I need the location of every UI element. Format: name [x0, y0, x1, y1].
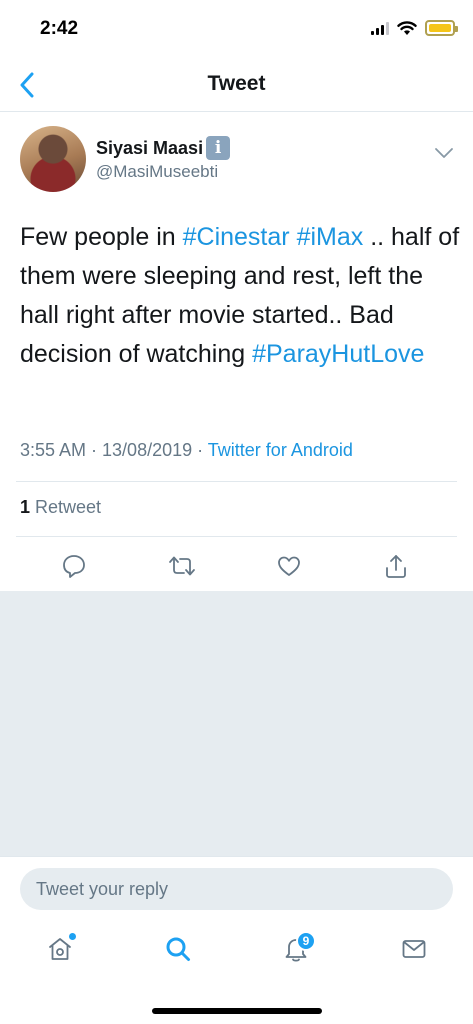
tweet-actions [0, 542, 473, 590]
tab-home[interactable] [38, 927, 82, 971]
like-button[interactable] [273, 550, 305, 582]
retweet-label: Retweet [30, 497, 102, 517]
tweet-text-part: Few people in [20, 223, 183, 251]
retweet-stats[interactable]: 1 Retweet [20, 497, 101, 518]
status-bar: 2:42 [0, 0, 473, 58]
bottom-panel: Tweet your reply 9 [0, 856, 473, 1024]
reply-input[interactable]: Tweet your reply [20, 868, 453, 910]
retweet-icon [169, 556, 195, 576]
wifi-icon [397, 20, 417, 35]
tab-search[interactable] [156, 927, 200, 971]
hashtag-link[interactable]: #ParayHutLove [252, 340, 424, 368]
retweet-button[interactable] [166, 550, 198, 582]
home-indicator[interactable] [152, 1008, 322, 1014]
tab-messages[interactable] [392, 927, 436, 971]
like-icon [278, 556, 300, 576]
hashtag-link[interactable]: #Cinestar [183, 223, 290, 251]
share-icon [386, 555, 406, 578]
tweet-header: Siyasi Maasi i @MasiMuseebti [0, 112, 473, 202]
status-icons [371, 20, 458, 36]
search-icon [166, 937, 190, 961]
reply-button[interactable] [58, 550, 90, 582]
divider [16, 481, 457, 482]
info-icon: i [206, 136, 231, 160]
messages-icon [402, 940, 426, 958]
tweet-meta: 3:55 AM · 13/08/2019 · Twitter for Andro… [20, 440, 353, 461]
tweet-text: Few people in #Cinestar #iMax .. half of… [20, 218, 460, 374]
retweet-count: 1 [20, 497, 31, 517]
author-handle[interactable]: @MasiMuseebti [96, 162, 218, 182]
reply-icon [63, 555, 85, 578]
tweet-timestamp: 3:55 AM · 13/08/2019 · [20, 440, 208, 460]
notification-count-badge: 9 [296, 931, 316, 951]
status-time: 2:42 [40, 18, 79, 39]
tab-notifications[interactable]: 9 [274, 927, 318, 971]
page-title: Tweet [207, 72, 266, 95]
cellular-signal-icon [371, 21, 389, 35]
hashtag-link[interactable]: #iMax [297, 223, 364, 251]
share-button[interactable] [380, 550, 412, 582]
tweet-source-link[interactable]: Twitter for Android [208, 440, 353, 460]
author-display-name: Siyasi Maasi [96, 137, 204, 158]
battery-icon [425, 20, 458, 36]
new-content-dot [69, 933, 76, 940]
author-name[interactable]: Siyasi Maasi i [96, 136, 231, 160]
empty-replies-area [0, 591, 473, 856]
tab-bar: 9 [0, 927, 473, 977]
tweet-text-part [290, 223, 297, 251]
nav-header: Tweet [0, 58, 473, 112]
divider [16, 536, 457, 537]
avatar[interactable] [20, 126, 86, 192]
chevron-down-icon[interactable] [433, 142, 455, 164]
